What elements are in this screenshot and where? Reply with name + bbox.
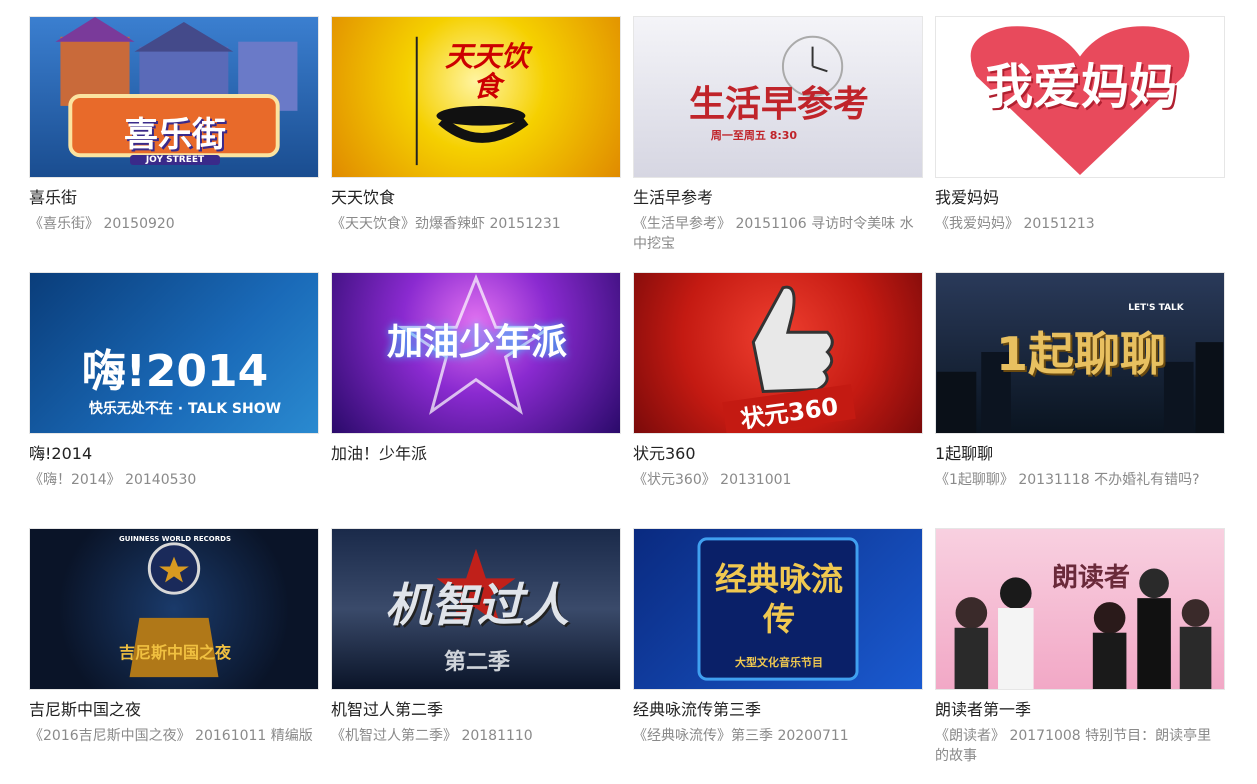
- program-description: 《经典咏流传》第三季 20200711: [633, 728, 849, 744]
- program-card[interactable]: 吉尼斯中国之夜 GUINNESS WORLD RECORDS 吉尼斯中国之夜 《…: [29, 528, 319, 784]
- program-description: 《嗨！2014》 20140530: [29, 472, 197, 488]
- program-title[interactable]: 嗨!2014: [29, 444, 319, 464]
- program-logo-text: 我爱妈妈: [984, 59, 1177, 115]
- program-card[interactable]: 我爱妈妈 我爱妈妈 《我爱妈妈》 20151213: [935, 16, 1225, 272]
- program-title[interactable]: 机智过人第二季: [331, 700, 621, 720]
- program-card[interactable]: 机智过人 第二季 机智过人第二季 《机智过人第二季》 20181110: [331, 528, 621, 784]
- program-logo-subtitle: 快乐无处不在 · TALK SHOW: [88, 401, 282, 417]
- cctv-thumbnail[interactable]: 嗨!2014 快乐无处不在 · TALK SHOW: [29, 272, 319, 434]
- heart-thumbnail[interactable]: 我爱妈妈: [935, 16, 1225, 178]
- program-title[interactable]: 朗读者第一季: [935, 700, 1225, 720]
- clock-thumbnail[interactable]: 生活早参考 周一至周五 8:30: [633, 16, 923, 178]
- program-logo-subtitle: JOY STREET: [130, 155, 220, 165]
- program-card[interactable]: 经典咏流传 大型文化音乐节目 经典咏流传第三季 《经典咏流传》第三季 20200…: [633, 528, 923, 784]
- program-description: 《天天饮食》劲爆香辣虾 20151231: [331, 216, 561, 232]
- program-description: 《生活早参考》 20151106 寻访时令美味 水中挖宝: [633, 216, 914, 252]
- program-logo-text: 天天饮食: [444, 40, 529, 103]
- program-description: 《1起聊聊》 20131118 不办婚礼有错吗?: [935, 472, 1200, 488]
- trophy-icon: [129, 542, 219, 678]
- program-title[interactable]: 天天饮食: [331, 188, 621, 208]
- bowl-thumbnail[interactable]: 天天饮食: [331, 16, 621, 178]
- program-logo-subtitle: LET'S TALK: [1128, 303, 1184, 313]
- city-thumbnail[interactable]: 1起聊聊 LET'S TALK: [935, 272, 1225, 434]
- program-logo-text: 加油少年派: [386, 322, 567, 363]
- program-logo-text: 机智过人: [385, 578, 569, 632]
- program-card[interactable]: 1起聊聊 LET'S TALK 1起聊聊 《1起聊聊》 20131118 不办婚…: [935, 272, 1225, 528]
- program-card[interactable]: 天天饮食 天天饮食 《天天饮食》劲爆香辣虾 20151231: [331, 16, 621, 272]
- program-card[interactable]: 朗读者 朗读者第一季 《朗读者》 20171008 特别节目：朗读亭里的故事: [935, 528, 1225, 784]
- program-title[interactable]: 喜乐街: [29, 188, 319, 208]
- star-thumbnail[interactable]: 加油少年派: [331, 272, 621, 434]
- house-thumbnail[interactable]: 喜乐街 JOY STREET: [29, 16, 319, 178]
- program-description: 《朗读者》 20171008 特别节目：朗读亭里的故事: [935, 728, 1212, 764]
- program-title[interactable]: 经典咏流传第三季: [633, 700, 923, 720]
- program-title[interactable]: 生活早参考: [633, 188, 923, 208]
- program-logo-subtitle: 周一至周五 8:30: [710, 129, 798, 142]
- program-logo-text: 吉尼斯中国之夜: [118, 643, 231, 662]
- people-thumbnail[interactable]: 朗读者: [935, 528, 1225, 690]
- program-description: 《2016吉尼斯中国之夜》 20161011 精编版: [29, 728, 313, 744]
- program-card[interactable]: 喜乐街 JOY STREET 喜乐街 《喜乐街》 20150920: [29, 16, 319, 272]
- program-description: 《我爱妈妈》 20151213: [935, 216, 1095, 232]
- program-title[interactable]: 加油！少年派: [331, 444, 621, 464]
- program-logo-text: 生活早参考: [688, 84, 869, 125]
- program-title[interactable]: 吉尼斯中国之夜: [29, 700, 319, 720]
- program-logo-subtitle: 大型文化音乐节目: [735, 656, 823, 669]
- program-logo-subtitle: GUINNESS WORLD RECORDS: [118, 535, 231, 543]
- thumbs-up-thumbnail[interactable]: 状元360: [633, 272, 923, 434]
- program-grid: 喜乐街 JOY STREET 喜乐街 《喜乐街》 20150920 天天饮食 天…: [29, 16, 1225, 784]
- hosts-photo: [954, 568, 1212, 689]
- program-logo-text: 经典咏流传: [714, 560, 843, 638]
- program-card[interactable]: 嗨!2014 快乐无处不在 · TALK SHOW 嗨!2014 《嗨！2014…: [29, 272, 319, 528]
- program-description: 《喜乐街》 20150920: [29, 216, 175, 232]
- program-title[interactable]: 我爱妈妈: [935, 188, 1225, 208]
- trophy-thumbnail[interactable]: 吉尼斯中国之夜 GUINNESS WORLD RECORDS: [29, 528, 319, 690]
- program-card[interactable]: 加油少年派 加油！少年派: [331, 272, 621, 528]
- program-title[interactable]: 1起聊聊: [935, 444, 1225, 464]
- program-card[interactable]: 状元360 状元360 《状元360》 20131001: [633, 272, 923, 528]
- program-description: 《机智过人第二季》 20181110: [331, 728, 533, 744]
- program-description: 《状元360》 20131001: [633, 472, 792, 488]
- frame-thumbnail[interactable]: 经典咏流传 大型文化音乐节目: [633, 528, 923, 690]
- program-title[interactable]: 状元360: [633, 444, 923, 464]
- program-logo-text: 1起聊聊: [995, 327, 1166, 381]
- program-logo-text: 喜乐街: [124, 115, 226, 155]
- program-logo-text: 嗨!2014: [81, 346, 269, 397]
- program-card[interactable]: 生活早参考 周一至周五 8:30 生活早参考 《生活早参考》 20151106 …: [633, 16, 923, 272]
- star-thumbnail[interactable]: 机智过人 第二季: [331, 528, 621, 690]
- program-logo-text: 朗读者: [1051, 563, 1130, 593]
- program-logo-subtitle: 第二季: [443, 650, 510, 675]
